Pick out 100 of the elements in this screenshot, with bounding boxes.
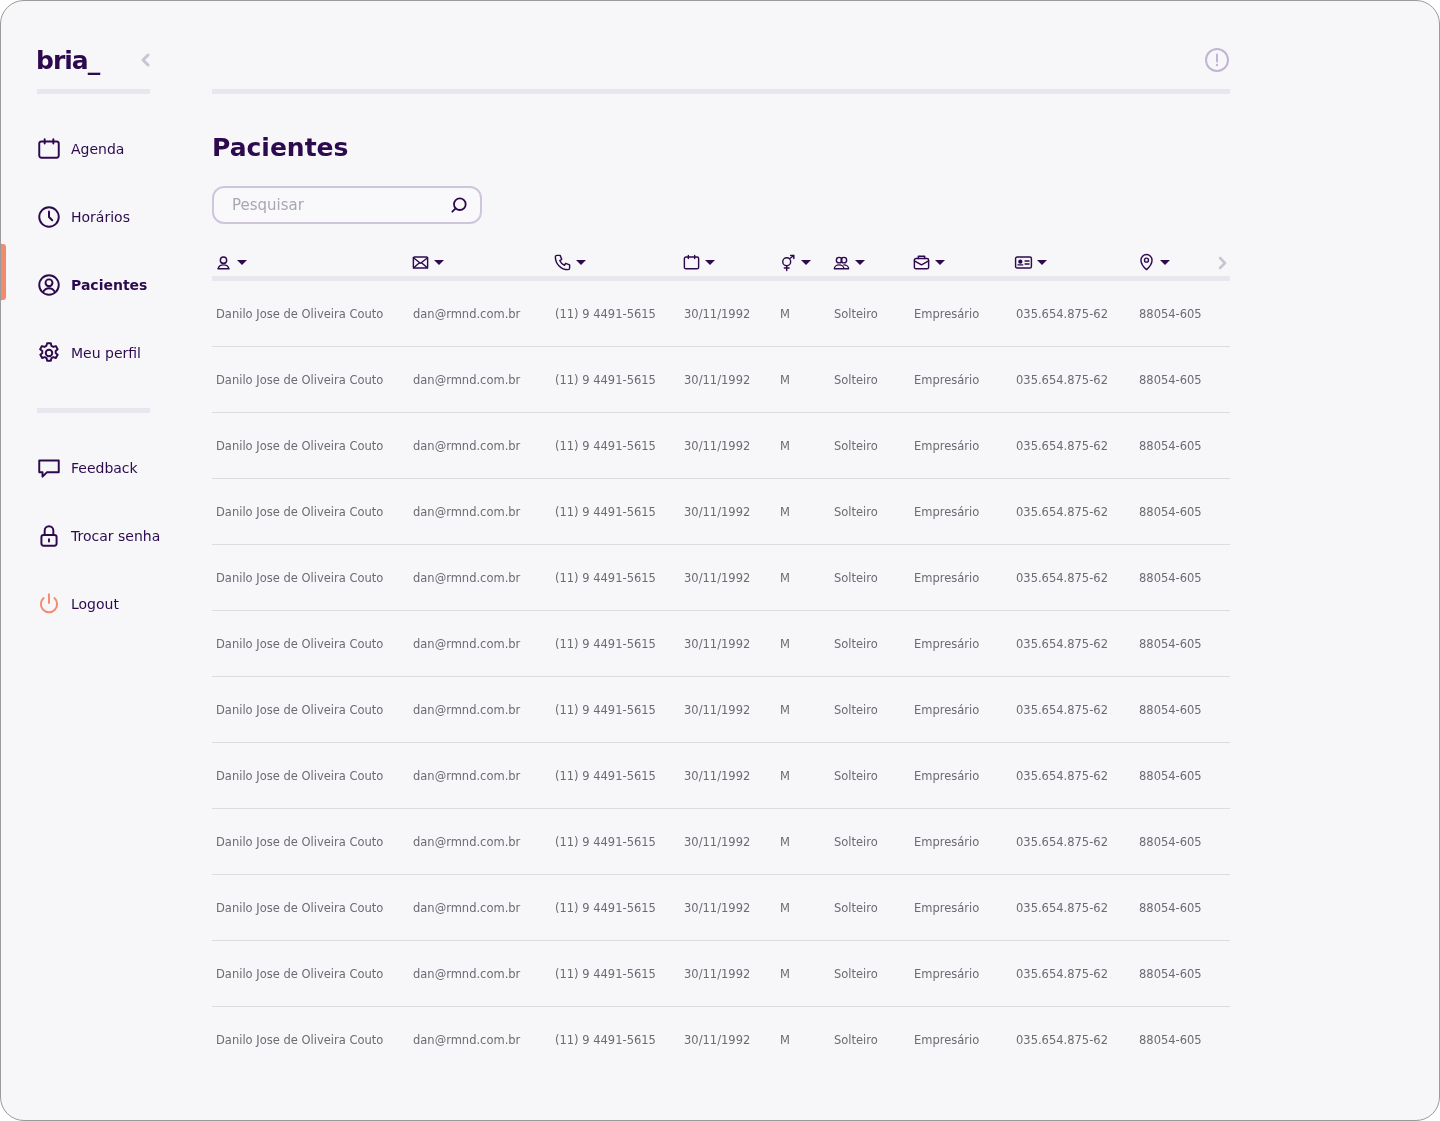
table-cell-text: 035.654.875-62 bbox=[1015, 1032, 1109, 1047]
table-cell-text: 88054-605 bbox=[1138, 768, 1203, 783]
table-cell-text: dan@rmnd.com.br bbox=[412, 636, 522, 651]
clock-icon bbox=[36, 204, 62, 230]
table-cell-text: M bbox=[779, 504, 791, 519]
table-cell-text: 035.654.875-62 bbox=[1015, 306, 1109, 321]
table-cell-text: (11) 9 4491-5615 bbox=[554, 504, 657, 519]
table-cell-text: M bbox=[779, 702, 791, 717]
table-cell-text: M bbox=[779, 438, 791, 453]
nav-item[interactable]: Pacientes bbox=[36, 272, 172, 298]
table-cell-text: Solteiro bbox=[833, 372, 879, 387]
table-cell-text: 035.654.875-62 bbox=[1015, 570, 1109, 585]
table-cell-text: Empresário bbox=[913, 702, 981, 717]
table-cell-text: dan@rmnd.com.br bbox=[412, 900, 522, 915]
table-cell-text: (11) 9 4491-5615 bbox=[554, 1032, 657, 1047]
table-cell-text: 30/11/1992 bbox=[683, 306, 752, 321]
nav-item[interactable]: Horários bbox=[36, 204, 172, 230]
table-cell-text: Danilo Jose de Oliveira Couto bbox=[215, 372, 385, 387]
table-cell-text: Solteiro bbox=[833, 834, 879, 849]
table-cell-text: 88054-605 bbox=[1138, 702, 1203, 717]
calendar-icon bbox=[36, 136, 62, 162]
table-cell-text: dan@rmnd.com.br bbox=[412, 702, 522, 717]
table-cell-text: dan@rmnd.com.br bbox=[412, 504, 522, 519]
table-cell-text: 035.654.875-62 bbox=[1015, 834, 1109, 849]
table-cell-text: Solteiro bbox=[833, 306, 879, 321]
table-cell-text: Solteiro bbox=[833, 1032, 879, 1047]
table-cell-text: (11) 9 4491-5615 bbox=[554, 768, 657, 783]
table-cell-text: 88054-605 bbox=[1138, 504, 1203, 519]
table-cell-text: dan@rmnd.com.br bbox=[412, 768, 522, 783]
table-cell-text: 30/11/1992 bbox=[683, 1032, 752, 1047]
table-cell-text: M bbox=[779, 966, 791, 981]
table-cell-text: Danilo Jose de Oliveira Couto bbox=[215, 834, 385, 849]
table-cell-text: Empresário bbox=[913, 504, 981, 519]
table-cell-text: M bbox=[779, 306, 791, 321]
table-cell-text: Solteiro bbox=[833, 900, 879, 915]
table-cell-text: (11) 9 4491-5615 bbox=[554, 702, 657, 717]
table-cell-text: 30/11/1992 bbox=[683, 966, 752, 981]
table-cell-text: 88054-605 bbox=[1138, 306, 1203, 321]
table-cell-text: 88054-605 bbox=[1138, 900, 1203, 915]
table-cell-text: Empresário bbox=[913, 834, 981, 849]
table-cell-text: 035.654.875-62 bbox=[1015, 504, 1109, 519]
map-pin-icon bbox=[1137, 252, 1156, 272]
table-cell-text: 30/11/1992 bbox=[683, 504, 752, 519]
table-cell-text: (11) 9 4491-5615 bbox=[554, 966, 657, 981]
nav-item[interactable]: Meu perfil bbox=[36, 340, 172, 366]
table-cell-text: 88054-605 bbox=[1138, 438, 1203, 453]
nav-item[interactable]: Feedback bbox=[36, 455, 172, 481]
table-cell-text: Empresário bbox=[913, 768, 981, 783]
table-cell-text: 88054-605 bbox=[1138, 372, 1203, 387]
briefcase-icon bbox=[912, 252, 931, 272]
search-icon[interactable] bbox=[449, 195, 469, 215]
table-cell-text: Danilo Jose de Oliveira Couto bbox=[215, 438, 385, 453]
table-cell-text: Danilo Jose de Oliveira Couto bbox=[215, 306, 385, 321]
table-cell-text: M bbox=[779, 900, 791, 915]
table-cell-text: 30/11/1992 bbox=[683, 570, 752, 585]
table-cell-text: (11) 9 4491-5615 bbox=[554, 570, 657, 585]
table-cell-text: 88054-605 bbox=[1138, 966, 1203, 981]
nav-item[interactable]: Trocar senha bbox=[36, 523, 172, 549]
table-cell-text: (11) 9 4491-5615 bbox=[554, 372, 657, 387]
table-cell-text: Solteiro bbox=[833, 768, 879, 783]
nav-item[interactable]: Agenda bbox=[36, 136, 172, 162]
table-cell-text: Danilo Jose de Oliveira Couto bbox=[215, 570, 385, 585]
table-cell-text: 88054-605 bbox=[1138, 636, 1203, 651]
table-cell-text: 035.654.875-62 bbox=[1015, 768, 1109, 783]
table-cell-text: dan@rmnd.com.br bbox=[412, 306, 522, 321]
table-cell-text: Empresário bbox=[913, 900, 981, 915]
table-cell-text: Empresário bbox=[913, 372, 981, 387]
table-cell-text: Empresário bbox=[913, 636, 981, 651]
table-cell-text: 035.654.875-62 bbox=[1015, 702, 1109, 717]
table-cell-text: dan@rmnd.com.br bbox=[412, 438, 522, 453]
table-cell-text: 035.654.875-62 bbox=[1015, 966, 1109, 981]
table-cell-text: 30/11/1992 bbox=[683, 768, 752, 783]
table-cell-text: Empresário bbox=[913, 1032, 981, 1047]
table-cell-text: 88054-605 bbox=[1138, 1032, 1203, 1047]
nav-item[interactable]: Logout bbox=[36, 591, 172, 617]
table-cell-text: Danilo Jose de Oliveira Couto bbox=[215, 966, 385, 981]
table-cell-text: Empresário bbox=[913, 438, 981, 453]
table-cell-text: Danilo Jose de Oliveira Couto bbox=[215, 900, 385, 915]
table-cell-text: M bbox=[779, 570, 791, 585]
page-title: Pacientes bbox=[212, 132, 350, 164]
search-field[interactable]: Pesquisar bbox=[212, 186, 482, 224]
table-cell-text: 30/11/1992 bbox=[683, 636, 752, 651]
table-cell-text: 035.654.875-62 bbox=[1015, 438, 1109, 453]
logo: bria_ bbox=[36, 45, 100, 75]
calendar-icon bbox=[682, 252, 701, 272]
table-cell-text: Empresário bbox=[913, 966, 981, 981]
table-cell-text: dan@rmnd.com.br bbox=[412, 1032, 522, 1047]
table-cell-text: M bbox=[779, 1032, 791, 1047]
table-cell-text: 30/11/1992 bbox=[683, 372, 752, 387]
table-cell-text: Solteiro bbox=[833, 636, 879, 651]
table-cell-text: 30/11/1992 bbox=[683, 438, 752, 453]
table-cell-text: 88054-605 bbox=[1138, 834, 1203, 849]
table-cell-text: Solteiro bbox=[833, 966, 879, 981]
table-cell-text: Danilo Jose de Oliveira Couto bbox=[215, 1032, 385, 1047]
table-cell-text: Solteiro bbox=[833, 504, 879, 519]
table-cell-text: M bbox=[779, 636, 791, 651]
table-cell-text: Danilo Jose de Oliveira Couto bbox=[215, 636, 385, 651]
table-cell-text: (11) 9 4491-5615 bbox=[554, 636, 657, 651]
table-cell-text: dan@rmnd.com.br bbox=[412, 966, 522, 981]
table-cell-text: 30/11/1992 bbox=[683, 834, 752, 849]
